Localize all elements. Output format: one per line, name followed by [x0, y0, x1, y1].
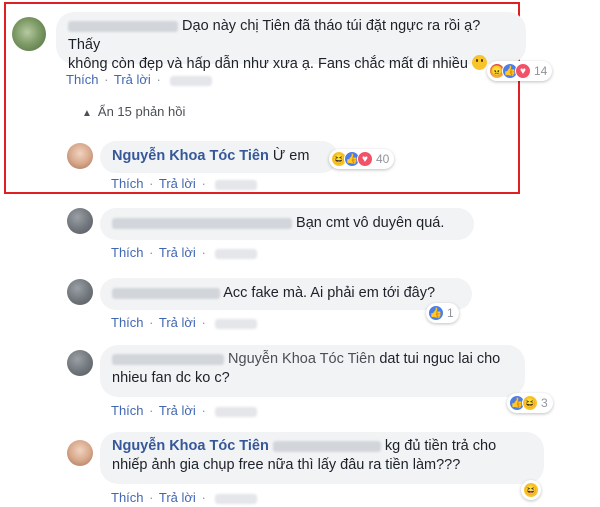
comment-text-line2: nhiếp ảnh gia chụp free nữa thì lấy đâu …: [112, 457, 461, 473]
comment-bubble: Nguyễn Khoa Tóc Tiên dat tui nguc lai ch…: [100, 345, 525, 397]
like-link[interactable]: Thích: [111, 245, 144, 260]
comment-actions: Thích · Trả lời ·: [66, 72, 213, 87]
separator: ·: [104, 72, 109, 87]
blurred-username[interactable]: [112, 353, 224, 365]
separator: ·: [156, 72, 161, 87]
avatar[interactable]: [67, 350, 93, 376]
comment-text: kg đủ tiền trả cho: [384, 438, 497, 454]
comment-text: dat tui nguc lai cho: [379, 351, 501, 367]
reaction-summary[interactable]: 😠 👍 ♥ 14: [487, 61, 553, 81]
avatar[interactable]: [67, 279, 93, 305]
avatar[interactable]: [67, 440, 93, 466]
separator: ·: [201, 490, 206, 505]
separator: ·: [149, 245, 154, 260]
timestamp[interactable]: [215, 406, 258, 417]
comment-bubble: Nguyễn Khoa Tóc Tiên kg đủ tiền trả cho …: [100, 432, 544, 484]
like-icon: 👍: [428, 305, 444, 321]
comment-actions: Thích · Trả lời ·: [111, 490, 258, 505]
blurred-username[interactable]: [68, 20, 178, 32]
timestamp[interactable]: [215, 493, 258, 504]
reaction-count: 1: [447, 306, 454, 320]
comment-text-line2: không còn đẹp và hấp dẫn như xưa ạ. Fans…: [68, 56, 468, 72]
reaction-summary[interactable]: 😆: [521, 480, 541, 500]
comment-actions: Thích · Trả lời ·: [111, 245, 258, 260]
reaction-count: 3: [541, 396, 548, 410]
timestamp[interactable]: [215, 179, 258, 190]
haha-icon: 😆: [523, 482, 539, 498]
comment-text: Ừ em: [272, 148, 310, 164]
hide-replies-toggle[interactable]: ▲ Ẩn 15 phản hồi: [82, 104, 185, 119]
blurred-username[interactable]: [112, 217, 292, 229]
separator: ·: [201, 315, 206, 330]
commenter-name[interactable]: Nguyễn Khoa Tóc Tiên: [112, 438, 269, 454]
comment-bubble: Bạn cmt vô duyên quá.: [100, 208, 474, 240]
reply-link[interactable]: Trả lời: [114, 72, 151, 87]
avatar[interactable]: [12, 17, 46, 51]
chevron-up-icon: ▲: [82, 108, 92, 119]
avatar[interactable]: [67, 143, 93, 169]
timestamp[interactable]: [215, 318, 258, 329]
comment-bubble: Nguyễn Khoa Tóc Tiên Ừ em: [100, 141, 338, 173]
like-link[interactable]: Thích: [111, 403, 144, 418]
hide-replies-label: Ẩn 15 phản hồi: [97, 104, 186, 119]
love-icon: ♥: [515, 63, 531, 79]
reaction-summary[interactable]: 😆 👍 ♥ 40: [329, 149, 395, 169]
reply-link[interactable]: Trả lời: [159, 245, 196, 260]
comment-text-line2: nhieu fan dc ko c?: [112, 370, 230, 386]
like-link[interactable]: Thích: [111, 315, 144, 330]
reaction-summary[interactable]: 👍 😆 3: [507, 393, 553, 413]
reaction-count: 14: [534, 64, 548, 78]
reaction-summary[interactable]: 👍 1: [426, 303, 459, 323]
timestamp[interactable]: [215, 248, 258, 259]
haha-icon: 😆: [522, 395, 538, 411]
reply-link[interactable]: Trả lời: [159, 176, 196, 191]
reply-link[interactable]: Trả lời: [159, 403, 196, 418]
timestamp[interactable]: [170, 75, 213, 86]
comment-text: Bạn cmt vô duyên quá.: [296, 215, 445, 231]
tagged-name[interactable]: Nguyễn Khoa Tóc Tiên: [228, 351, 375, 367]
smile-emoji-icon: [471, 55, 487, 70]
separator: ·: [201, 403, 206, 418]
blurred-tag[interactable]: [272, 440, 381, 452]
separator: ·: [149, 315, 154, 330]
separator: ·: [149, 403, 154, 418]
comment-text: Acc fake mà. Ai phải em tới đây?: [223, 285, 436, 301]
comment-actions: Thích · Trả lời ·: [111, 176, 258, 191]
blurred-username[interactable]: [112, 287, 220, 299]
reply-link[interactable]: Trả lời: [159, 315, 196, 330]
love-icon: ♥: [357, 151, 373, 167]
like-link[interactable]: Thích: [66, 72, 99, 87]
comment-actions: Thích · Trả lời ·: [111, 315, 258, 330]
commenter-name[interactable]: Nguyễn Khoa Tóc Tiên: [112, 148, 269, 164]
avatar[interactable]: [67, 208, 93, 234]
like-link[interactable]: Thích: [111, 176, 144, 191]
comment-actions: Thích · Trả lời ·: [111, 403, 258, 418]
reply-link[interactable]: Trả lời: [159, 490, 196, 505]
separator: ·: [149, 490, 154, 505]
like-link[interactable]: Thích: [111, 490, 144, 505]
comment-bubble: Dạo này chị Tiên đã tháo túi đặt ngực ra…: [56, 12, 526, 72]
separator: ·: [201, 176, 206, 191]
reaction-count: 40: [376, 152, 390, 166]
separator: ·: [149, 176, 154, 191]
comment-bubble: Acc fake mà. Ai phải em tới đây?: [100, 278, 472, 310]
separator: ·: [201, 245, 206, 260]
